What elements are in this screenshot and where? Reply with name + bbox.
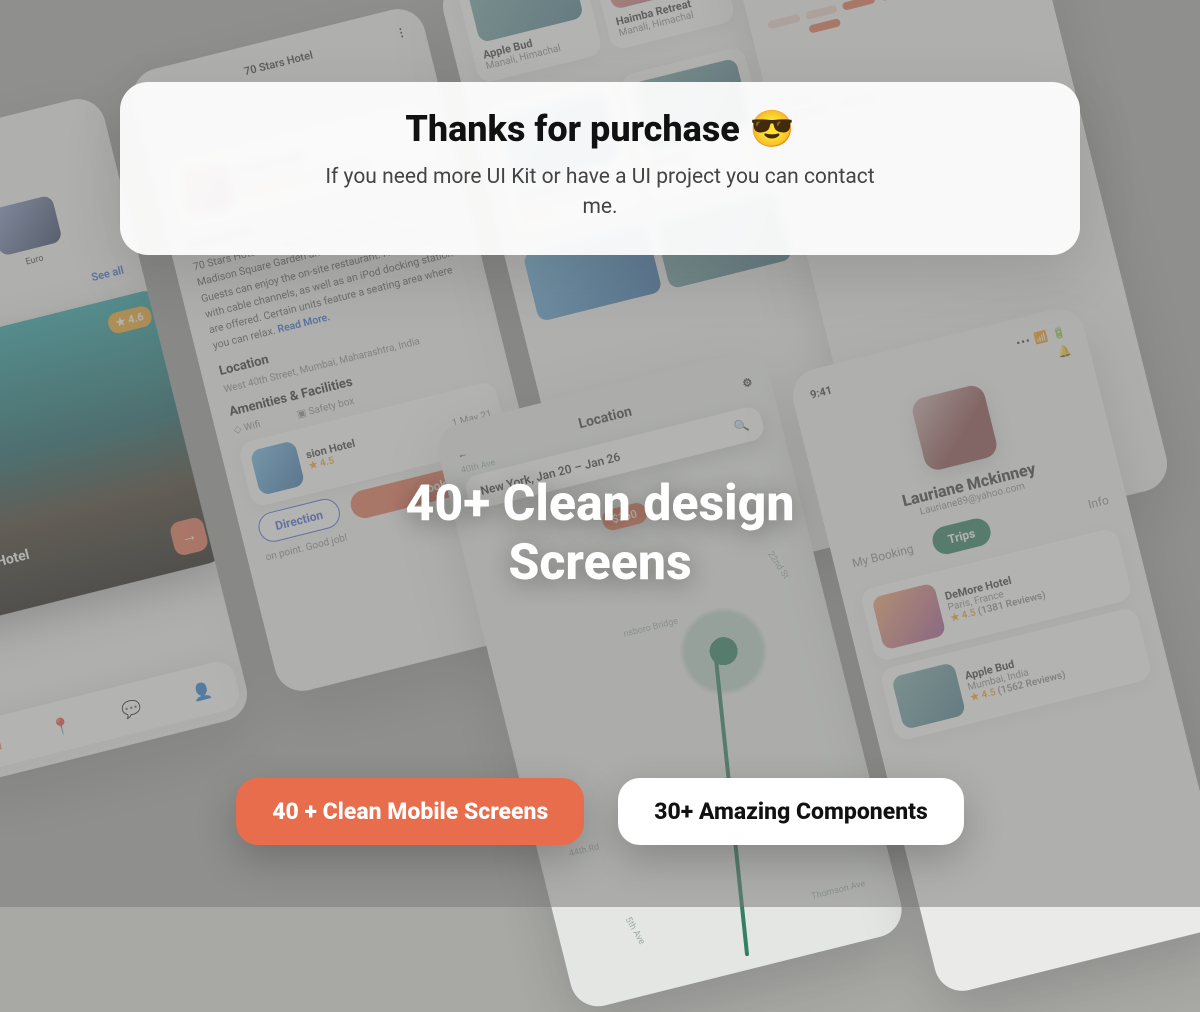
- banner-title: Thanks for purchase: [405, 108, 740, 150]
- banner-subtitle: If you need more UI Kit or have a UI pro…: [320, 162, 880, 223]
- stat-pill-screens: 40 + Clean Mobile Screens: [236, 778, 584, 845]
- thanks-banner: Thanks for purchase 😎 If you need more U…: [120, 82, 1080, 255]
- tab-profile-icon[interactable]: 👤: [190, 679, 214, 702]
- search-icon[interactable]: 🔍: [732, 418, 750, 435]
- tab-chat-icon[interactable]: 💬: [120, 697, 144, 720]
- tab-bar: ▦ 📍 💬 👤: [0, 658, 243, 775]
- more-icon[interactable]: ⋮: [394, 25, 408, 40]
- country-chip[interactable]: Euro: [0, 195, 67, 274]
- avatar[interactable]: [910, 383, 1000, 473]
- stat-pill-components: 30+ Amazing Components: [618, 778, 964, 845]
- status-time: 9:41: [809, 384, 834, 402]
- screen-title: 70 Stars Hotel: [243, 48, 315, 78]
- rating-badge: ★ 4.6: [106, 304, 154, 335]
- proceed-button[interactable]: Proceed: [948, 0, 1029, 3]
- map-title: Location: [577, 404, 634, 433]
- filter-icon[interactable]: ⚙: [741, 375, 754, 390]
- bell-icon[interactable]: 🔔: [1056, 343, 1072, 359]
- map-marker: [669, 597, 778, 706]
- back-icon[interactable]: ←: [456, 446, 470, 461]
- see-all-link[interactable]: See all: [90, 263, 125, 284]
- tab-location-icon[interactable]: 📍: [50, 714, 74, 737]
- hero-title: 40+ Clean design Screens: [0, 475, 1200, 593]
- sunglasses-emoji-icon: 😎: [750, 108, 795, 150]
- tab-home-icon[interactable]: ▦: [0, 732, 3, 754]
